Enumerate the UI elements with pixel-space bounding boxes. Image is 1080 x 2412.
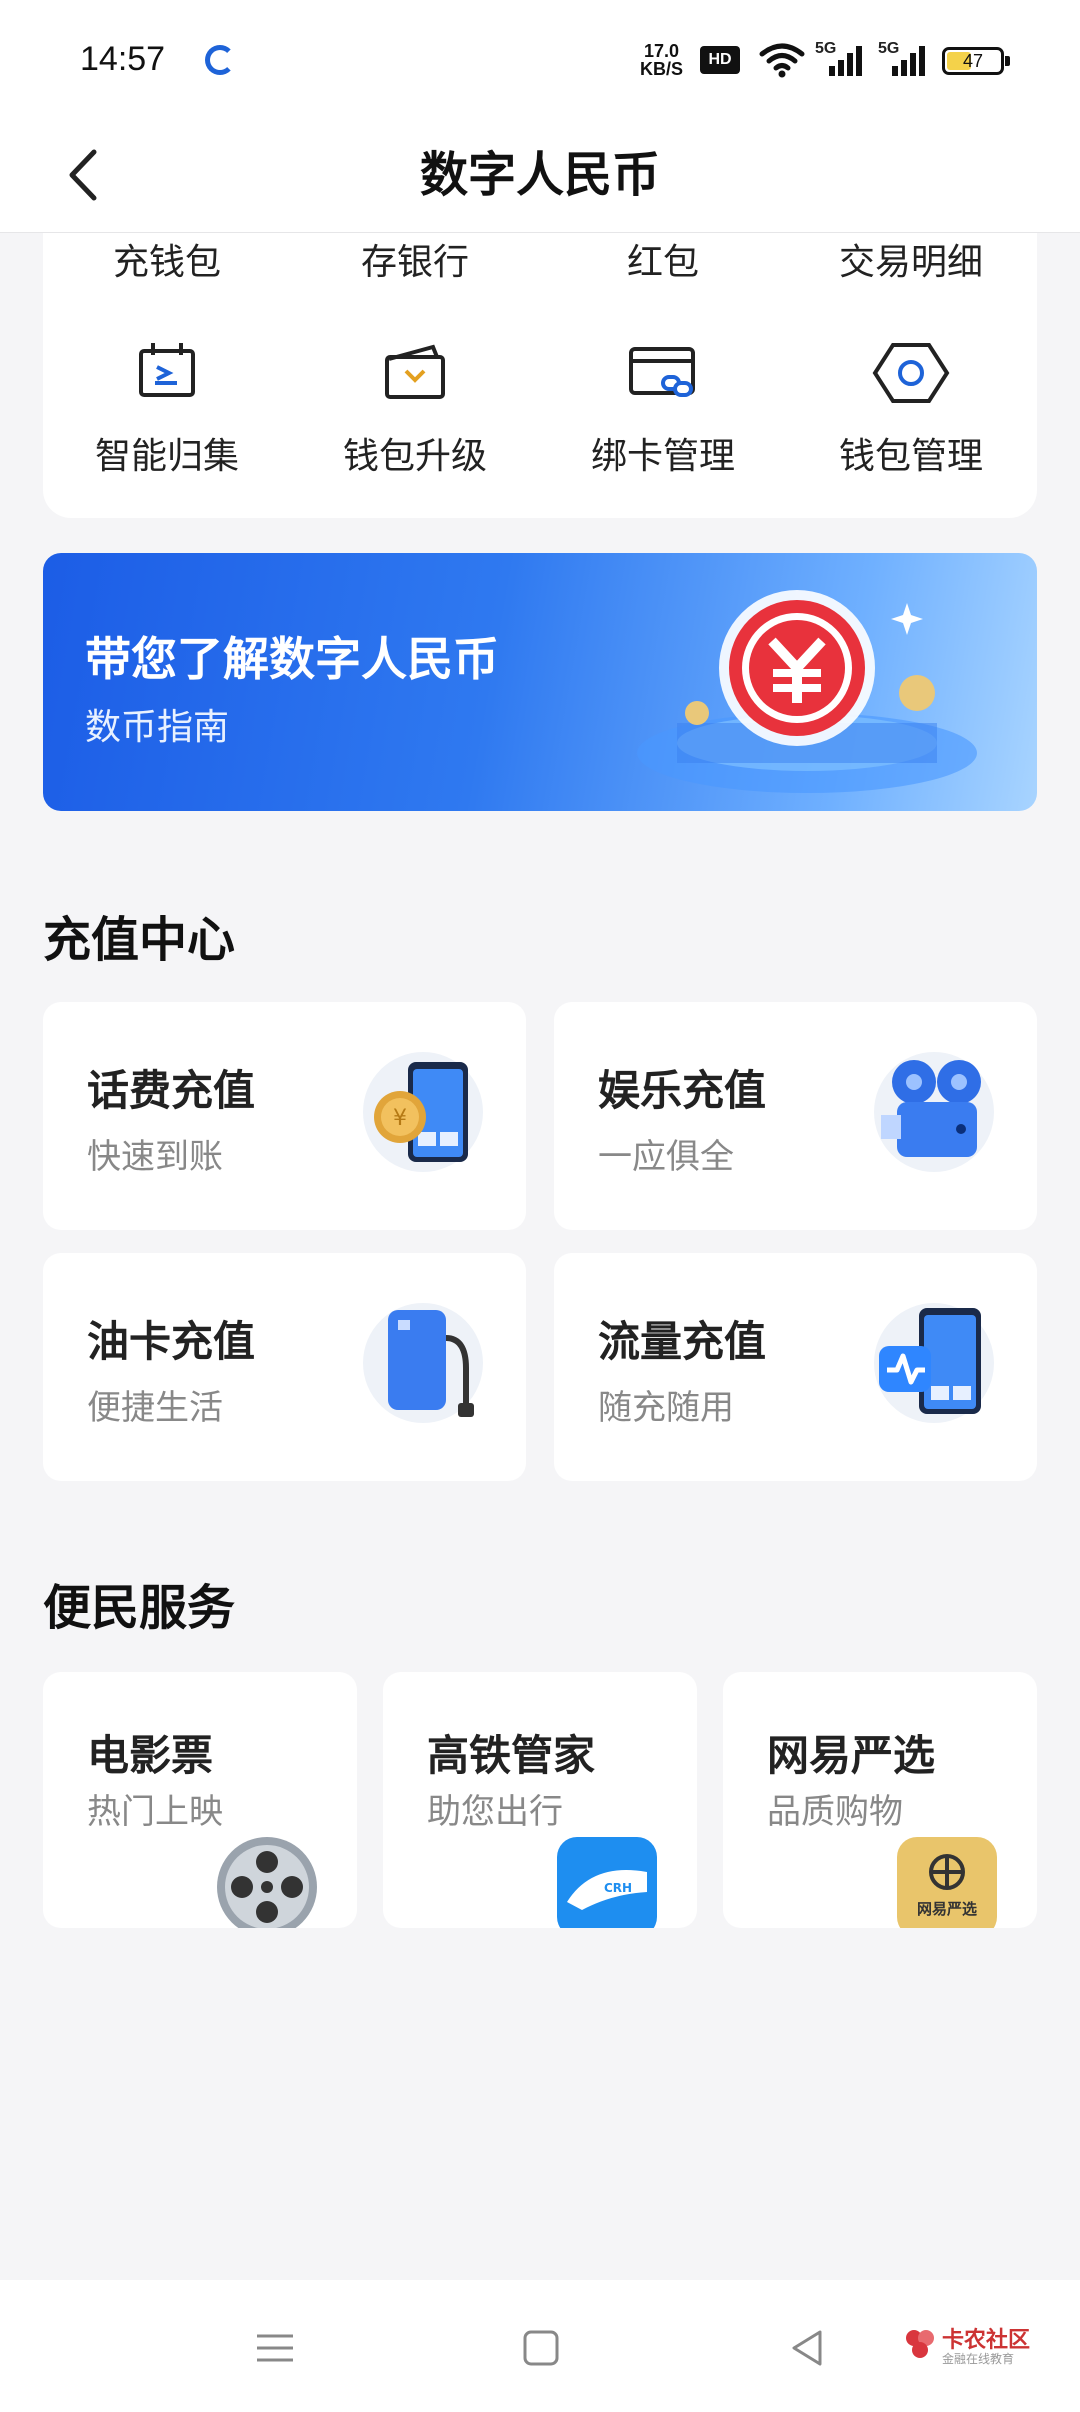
fuel-card-icon <box>363 1303 483 1423</box>
tile-subtitle: 助您出行 <box>427 1792 563 1832</box>
status-bar: 14:57 17.0 KB/S HD 5G 5G 47 <box>0 0 1080 120</box>
quick-action-label: 钱包管理 <box>838 436 983 477</box>
banner-subtitle: 数币指南 <box>85 707 230 748</box>
menu-icon[interactable] <box>247 2320 303 2376</box>
network-speed-unit: KB/S <box>640 59 684 79</box>
tile-title: 油卡充值 <box>87 1317 256 1366</box>
wallet-upgrade-icon <box>385 344 445 399</box>
quick-action-label: 智能归集 <box>94 436 239 477</box>
tile-title: 电影票 <box>87 1731 214 1780</box>
yanxuan-badge-text: 网易严选 <box>917 1900 977 1918</box>
tile-title: 话费充值 <box>87 1066 256 1115</box>
watermark-logo-icon <box>906 2330 934 2358</box>
network-speed: 17.0 KB/S <box>640 42 683 78</box>
train-app-icon: CRH <box>557 1837 657 1928</box>
tile-subtitle: 品质购物 <box>767 1792 903 1832</box>
film-projector-icon <box>874 1052 994 1172</box>
tile-title: 高铁管家 <box>427 1731 596 1780</box>
battery-percent: 47 <box>962 51 984 71</box>
film-reel-icon <box>217 1837 317 1928</box>
phone-recharge-tile[interactable]: 话费充值 快速到账 ¥ <box>43 1002 526 1230</box>
phone-data-icon <box>874 1303 994 1423</box>
train-badge-text: CRH <box>604 1881 632 1895</box>
tile-subtitle: 便捷生活 <box>87 1388 223 1428</box>
phone-coin-icon: ¥ <box>363 1052 483 1172</box>
quick-action-label: 钱包升级 <box>342 436 487 477</box>
quick-action-wallet-upgrade[interactable]: 钱包升级 <box>291 333 539 479</box>
quick-action-top-1[interactable]: 充钱包 <box>43 233 291 285</box>
data-recharge-tile[interactable]: 流量充值 随充随用 <box>554 1253 1037 1481</box>
nav-bar: 数字人民币 <box>0 120 1080 233</box>
quick-action-label: 绑卡管理 <box>590 436 735 477</box>
home-square-icon[interactable] <box>513 2320 569 2376</box>
tile-subtitle: 热门上映 <box>87 1792 223 1832</box>
entertainment-recharge-tile[interactable]: 娱乐充值 一应俱全 <box>554 1002 1037 1230</box>
tile-title: 网易严选 <box>767 1731 936 1780</box>
wifi-icon <box>759 43 805 78</box>
fuel-card-recharge-tile[interactable]: 油卡充值 便捷生活 <box>43 1253 526 1481</box>
watermark-subtitle: 金融在线教育 <box>942 2352 1015 2366</box>
tile-subtitle: 一应俱全 <box>598 1137 734 1177</box>
netease-yanxuan-icon: 网易严选 <box>897 1837 997 1928</box>
page-title: 数字人民币 <box>419 147 660 203</box>
back-triangle-icon[interactable] <box>780 2320 836 2376</box>
network-speed-value: 17.0 <box>643 41 680 61</box>
app-notification-icon <box>205 45 235 75</box>
quick-actions-card: 充钱包 存银行 红包 交易明细 智能归集 钱包升级 绑卡管理 钱包管理 <box>43 233 1037 518</box>
quick-action-top-2[interactable]: 存银行 <box>291 233 539 285</box>
svg-text:¥: ¥ <box>393 1106 407 1131</box>
battery-icon: 47 <box>942 47 1010 75</box>
high-speed-rail-tile[interactable]: 高铁管家 助您出行 CRH <box>383 1672 697 1928</box>
quick-action-bind-card[interactable]: 绑卡管理 <box>539 333 787 479</box>
quick-action-wallet-manage[interactable]: 钱包管理 <box>787 333 1035 479</box>
calendar-arrow-icon <box>139 343 195 397</box>
tile-subtitle: 随充随用 <box>598 1388 734 1428</box>
promo-banner[interactable]: 带您了解数字人民币 数币指南 <box>43 553 1037 811</box>
tile-title: 流量充值 <box>598 1317 767 1366</box>
banner-title: 带您了解数字人民币 <box>85 632 499 686</box>
quick-action-top-4[interactable]: 交易明细 <box>787 233 1035 285</box>
hd-badge: HD <box>700 46 740 74</box>
tile-subtitle: 快速到账 <box>87 1137 223 1177</box>
recharge-center-title: 充值中心 <box>43 912 236 968</box>
watermark: 卡农社区 金融在线教育 <box>902 2322 1052 2372</box>
quick-action-top-3[interactable]: 红包 <box>539 233 787 285</box>
card-link-icon <box>629 347 695 397</box>
netease-yanxuan-tile[interactable]: 网易严选 品质购物 网易严选 <box>723 1672 1037 1928</box>
quick-action-smart-collect[interactable]: 智能归集 <box>43 333 291 479</box>
movie-ticket-tile[interactable]: 电影票 热门上映 <box>43 1672 357 1928</box>
tile-title: 娱乐充值 <box>598 1066 767 1115</box>
digital-yuan-coin-icon <box>637 590 977 793</box>
hexagon-settings-icon <box>872 343 950 403</box>
services-title: 便民服务 <box>43 1580 236 1636</box>
status-time: 14:57 <box>80 40 166 78</box>
